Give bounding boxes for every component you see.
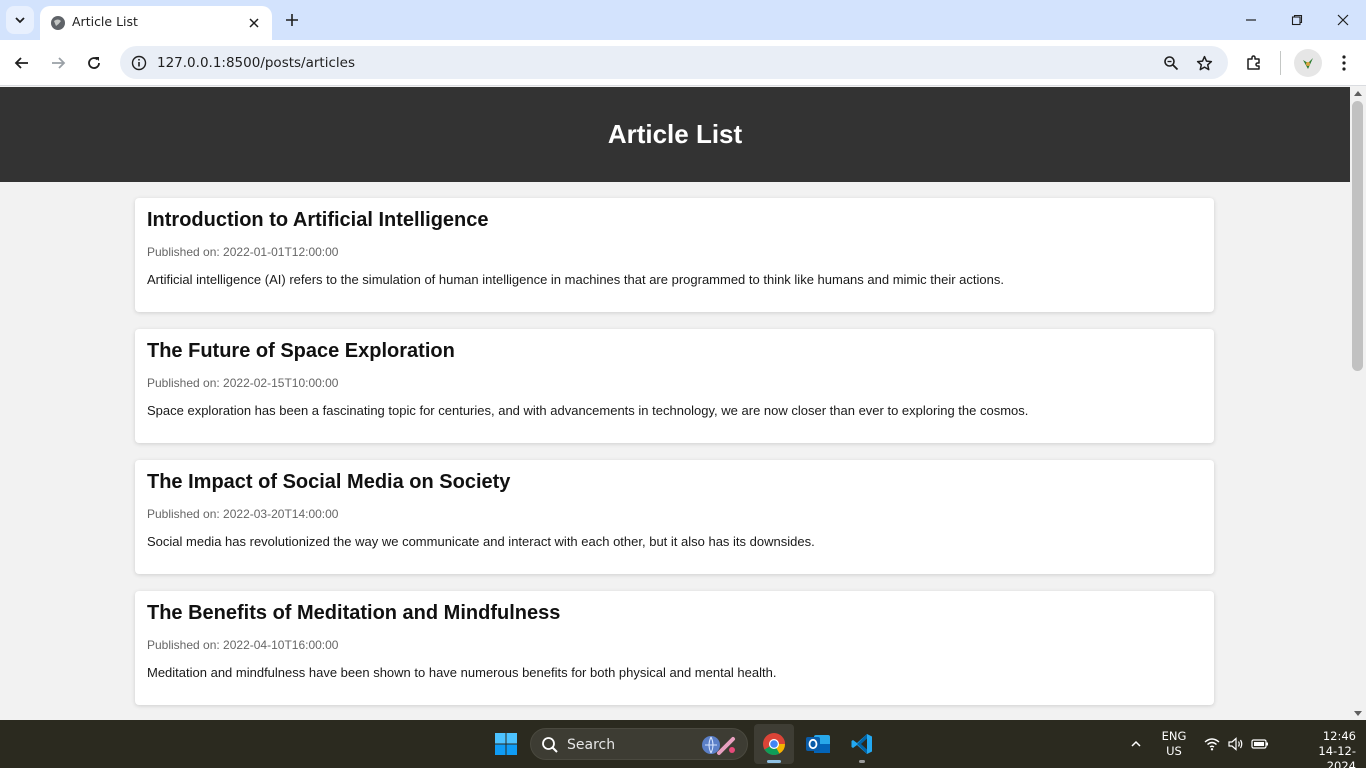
- article-card: The Future of Space Exploration Publishe…: [135, 329, 1214, 443]
- minimize-icon: [1246, 19, 1256, 21]
- start-button[interactable]: [490, 728, 522, 760]
- minimize-button[interactable]: [1236, 6, 1266, 34]
- puzzle-icon: [1247, 55, 1260, 70]
- scroll-up-arrow[interactable]: [1354, 91, 1362, 96]
- address-bar[interactable]: 127.0.0.1:8500/posts/articles: [120, 46, 1228, 79]
- bookmark-button[interactable]: [1193, 52, 1215, 74]
- star-icon: [1196, 55, 1212, 70]
- article-date: Published on: 2022-02-15T10:00:00: [147, 376, 339, 390]
- taskbar-vscode[interactable]: [842, 724, 882, 764]
- reload-button[interactable]: [80, 49, 108, 77]
- info-icon: [131, 55, 147, 71]
- taskbar-chrome[interactable]: [754, 724, 794, 764]
- close-window-button[interactable]: [1328, 6, 1358, 34]
- article-card: Introduction to Artificial Intelligence …: [135, 198, 1214, 312]
- new-tab-button[interactable]: [280, 8, 304, 32]
- taskbar-outlook[interactable]: [798, 724, 838, 764]
- toolbar-divider: [1280, 51, 1281, 75]
- article-title: Introduction to Artificial Intelligence: [147, 209, 489, 231]
- browser-toolbar: 127.0.0.1:8500/posts/articles: [0, 40, 1366, 86]
- restore-icon: [1291, 14, 1303, 26]
- tray-overflow-button[interactable]: [1126, 720, 1146, 768]
- article-summary: Meditation and mindfulness have been sho…: [147, 665, 777, 680]
- article-title: The Benefits of Meditation and Mindfulne…: [147, 602, 561, 624]
- language-code: ENG: [1161, 729, 1187, 743]
- windows-taskbar: Search ENG US 12:46 14-12-2024: [0, 720, 1366, 768]
- clock-date: 14-12-2024: [1318, 744, 1356, 768]
- page-title: Article List: [607, 119, 743, 149]
- back-button[interactable]: [8, 49, 36, 77]
- vscode-icon: [851, 734, 872, 754]
- running-app-indicator: [859, 760, 865, 763]
- article-summary: Social media has revolutionized the way …: [147, 534, 815, 549]
- battery-icon: [1251, 739, 1268, 749]
- scroll-down-arrow[interactable]: [1354, 711, 1362, 716]
- article-date: Published on: 2022-01-01T12:00:00: [147, 245, 339, 259]
- volume-status[interactable]: [1226, 720, 1246, 768]
- active-app-indicator: [767, 760, 781, 763]
- zoom-icon: [1164, 56, 1179, 71]
- wifi-icon: [1204, 738, 1220, 751]
- article-list: Introduction to Artificial Intelligence …: [135, 198, 1214, 720]
- page-header: Article List: [0, 87, 1350, 182]
- article-summary: Space exploration has been a fascinating…: [147, 403, 1029, 418]
- battery-status[interactable]: [1250, 720, 1270, 768]
- windows-logo-icon: [495, 733, 517, 755]
- chrome-icon: [763, 733, 785, 755]
- article-card: The Benefits of Meditation and Mindfulne…: [135, 591, 1214, 705]
- globe-icon: [51, 16, 65, 30]
- profile-avatar[interactable]: [1294, 49, 1322, 77]
- page-scrollbar[interactable]: [1350, 87, 1366, 720]
- search-highlight-icon: [702, 736, 735, 755]
- search-icon: [542, 737, 558, 753]
- profile-icon: [1303, 58, 1313, 69]
- region-code: US: [1166, 744, 1182, 758]
- reload-icon: [88, 57, 100, 69]
- article-title: The Impact of Social Media on Society: [147, 471, 511, 493]
- chevron-up-icon: [1131, 740, 1141, 747]
- article-card: The Impact of Social Media on Society Pu…: [135, 460, 1214, 574]
- forward-button[interactable]: [44, 49, 72, 77]
- restore-button[interactable]: [1282, 6, 1312, 34]
- tab-title: Article List: [72, 14, 138, 29]
- article-date: Published on: 2022-03-20T14:00:00: [147, 507, 339, 521]
- article-title: The Future of Space Exploration: [147, 340, 455, 362]
- chevron-down-icon: [15, 17, 25, 24]
- article-summary: Artificial intelligence (AI) refers to t…: [147, 272, 1004, 287]
- article-date: Published on: 2022-04-10T16:00:00: [147, 638, 339, 652]
- plus-icon: [286, 14, 298, 26]
- close-icon: [249, 18, 259, 28]
- browser-tab-active[interactable]: Article List: [40, 6, 272, 40]
- speaker-icon: [1228, 737, 1243, 751]
- search-label: Search: [567, 737, 616, 753]
- taskbar-search[interactable]: Search: [530, 728, 748, 760]
- extensions-button[interactable]: [1240, 49, 1268, 77]
- url-text[interactable]: 127.0.0.1:8500/posts/articles: [157, 55, 355, 71]
- browser-menu-button[interactable]: [1330, 49, 1358, 77]
- tab-close-button[interactable]: [244, 13, 264, 33]
- page-viewport: Article List Introduction to Artificial …: [0, 87, 1350, 720]
- clock-time: 12:46: [1322, 729, 1356, 743]
- zoom-button[interactable]: [1160, 52, 1182, 74]
- network-status[interactable]: [1202, 720, 1222, 768]
- arrow-left-icon: [14, 57, 28, 69]
- browser-tabstrip: Article List: [0, 0, 1366, 40]
- system-clock[interactable]: 12:46 14-12-2024: [1298, 729, 1356, 768]
- kebab-menu-icon: [1342, 55, 1346, 71]
- outlook-icon: [806, 735, 830, 753]
- arrow-right-icon: [52, 57, 66, 69]
- site-info-button[interactable]: [128, 52, 150, 74]
- scrollbar-thumb[interactable]: [1352, 101, 1363, 371]
- close-icon: [1337, 14, 1349, 26]
- tab-search-button[interactable]: [6, 6, 34, 34]
- input-language[interactable]: ENG US: [1158, 729, 1190, 759]
